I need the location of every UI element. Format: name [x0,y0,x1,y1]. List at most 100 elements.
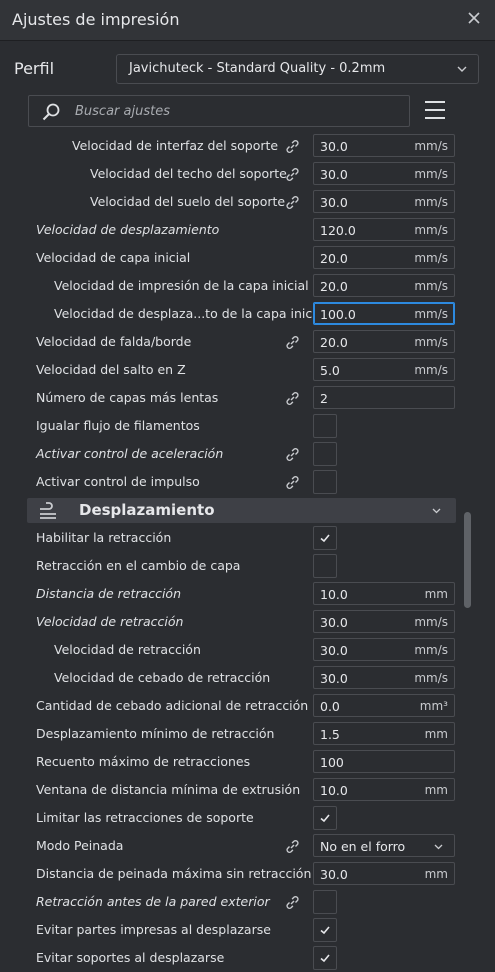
setting-value-input[interactable]: 30.0 mm/s [313,638,455,661]
setting-value-input[interactable]: 30.0 mm/s [313,666,455,689]
setting-label: Velocidad de impresión de la capa inicia… [54,278,309,293]
link-icon[interactable] [284,194,301,211]
check-icon [320,926,330,935]
setting-value-input[interactable]: 20.0 mm/s [313,246,455,269]
link-icon[interactable] [284,166,301,183]
setting-checkbox[interactable] [313,414,337,438]
setting-value-input[interactable]: 120.0 mm/s [313,218,455,241]
setting-label: Velocidad de retracción [36,614,184,629]
link-icon[interactable] [284,894,301,911]
title-bar: Ajustes de impresión [0,0,495,41]
setting-row: Velocidad de capa inicial 20.0 mm/s [0,244,460,272]
setting-value-input[interactable]: 20.0 mm/s [313,330,455,353]
setting-row: Desplazamiento mínimo de retracción 1.5 mm [0,720,460,748]
link-icon[interactable] [284,390,301,407]
setting-label: Activar control de impulso [36,474,200,489]
section-header-desplazamiento[interactable]: Desplazamiento [27,498,456,523]
setting-row: Ventana de distancia mínima de extrusión… [0,776,460,804]
setting-value-input[interactable]: 2 [313,386,455,409]
link-icon[interactable] [284,446,301,463]
setting-value-input[interactable]: 30.0 mm/s [313,134,455,157]
setting-row: Velocidad del suelo del soporte 30.0 mm/s [0,188,460,216]
setting-value: 120.0 [320,223,356,238]
setting-label: Recuento máximo de retracciones [36,754,251,769]
link-icon[interactable] [284,474,301,491]
setting-checkbox[interactable] [313,470,337,494]
setting-row: Modo Peinada No en el forro [0,832,460,860]
check-icon [320,954,330,963]
setting-value-input[interactable]: 30.0 mm/s [313,190,455,213]
setting-value-input[interactable]: 20.0 mm/s [313,274,455,297]
setting-label: Velocidad de falda/borde [36,334,192,349]
check-icon [320,814,330,823]
setting-checkbox[interactable] [313,526,337,550]
chevron-down-icon [457,66,467,72]
link-icon[interactable] [284,334,301,351]
setting-unit: mm/s [414,615,448,629]
setting-label: Velocidad de retracción [54,642,201,657]
profile-label: Perfil [14,59,55,78]
search-input[interactable]: Buscar ajustes [28,95,410,127]
setting-value-input[interactable]: 100.0 mm/s [313,302,455,325]
setting-value: 30.0 [320,671,348,686]
setting-value: 100.0 [320,307,356,322]
setting-row: Recuento máximo de retracciones 100 [0,748,460,776]
setting-label: Evitar partes impresas al desplazarse [36,922,271,937]
setting-select[interactable]: No en el forro [313,834,455,857]
setting-value-input[interactable]: 10.0 mm [313,778,455,801]
setting-value: 2 [320,391,328,406]
setting-checkbox[interactable] [313,442,337,466]
setting-value-input[interactable]: 30.0 mm/s [313,610,455,633]
close-icon[interactable] [465,9,483,27]
link-icon[interactable] [284,138,301,155]
setting-value-input[interactable]: 30.0 mm [313,862,455,885]
setting-checkbox[interactable] [313,918,337,942]
setting-row: Velocidad de cebado de retracción 30.0 mm/… [0,664,460,692]
setting-label: Velocidad de desplaza...to de la capa in… [54,306,327,321]
section-title: Desplazamiento [79,501,215,519]
setting-row: Retracción en el cambio de capa [0,552,460,580]
setting-unit: mm [424,727,448,741]
setting-row: Velocidad del salto en Z 5.0 mm/s [0,356,460,384]
setting-checkbox[interactable] [313,806,337,830]
setting-row: Velocidad de falda/borde 20.0 mm/s [0,328,460,356]
setting-row: Cantidad de cebado adicional de retracci… [0,692,460,720]
setting-value: 20.0 [320,279,348,294]
setting-unit: mm/s [414,251,448,265]
setting-value-input[interactable]: 5.0 mm/s [313,358,455,381]
setting-label: Velocidad del suelo del soporte [90,194,286,209]
setting-value-input[interactable]: 10.0 mm [313,582,455,605]
setting-checkbox[interactable] [313,946,337,970]
setting-value-input[interactable]: 100 [313,750,455,773]
setting-value-input[interactable]: 1.5 mm [313,722,455,745]
profile-select[interactable]: Javichuteck - Standard Quality - 0.2mm [116,54,479,84]
window-title: Ajustes de impresión [12,10,180,29]
setting-unit: mm/s [414,363,448,377]
setting-label: Cantidad de cebado adicional de retracci… [36,698,309,713]
setting-label: Velocidad de interfaz del soporte [72,138,279,153]
setting-value-input[interactable]: 0.0 mm³ [313,694,455,717]
link-icon[interactable] [284,838,301,855]
setting-unit: mm/s [414,223,448,237]
setting-unit: mm/s [414,335,448,349]
setting-row: Activar control de impulso [0,468,460,496]
setting-label: Velocidad del techo del soporte [90,166,287,181]
setting-row: Igualar flujo de filamentos [0,412,460,440]
setting-row: Habilitar la retracción [0,524,460,552]
setting-row: Evitar soportes al desplazarse [0,944,460,972]
setting-value: 100 [320,755,344,770]
setting-value: 30.0 [320,195,348,210]
menu-icon[interactable] [423,98,447,122]
setting-checkbox[interactable] [313,890,337,914]
setting-label: Retracción antes de la pared exterior [36,894,270,909]
setting-label: Ventana de distancia mínima de extrusión [36,782,301,797]
setting-value-input[interactable]: 30.0 mm/s [313,162,455,185]
setting-row: Retracción antes de la pared exterior [0,888,460,916]
chevron-down-icon [434,844,443,850]
setting-unit: mm/s [414,671,448,685]
setting-row: Evitar partes impresas al desplazarse [0,916,460,944]
setting-checkbox[interactable] [313,554,337,578]
profile-value: Javichuteck - Standard Quality - 0.2mm [129,61,386,76]
scrollbar-thumb[interactable] [464,512,471,608]
setting-label: Velocidad de desplazamiento [36,222,220,237]
